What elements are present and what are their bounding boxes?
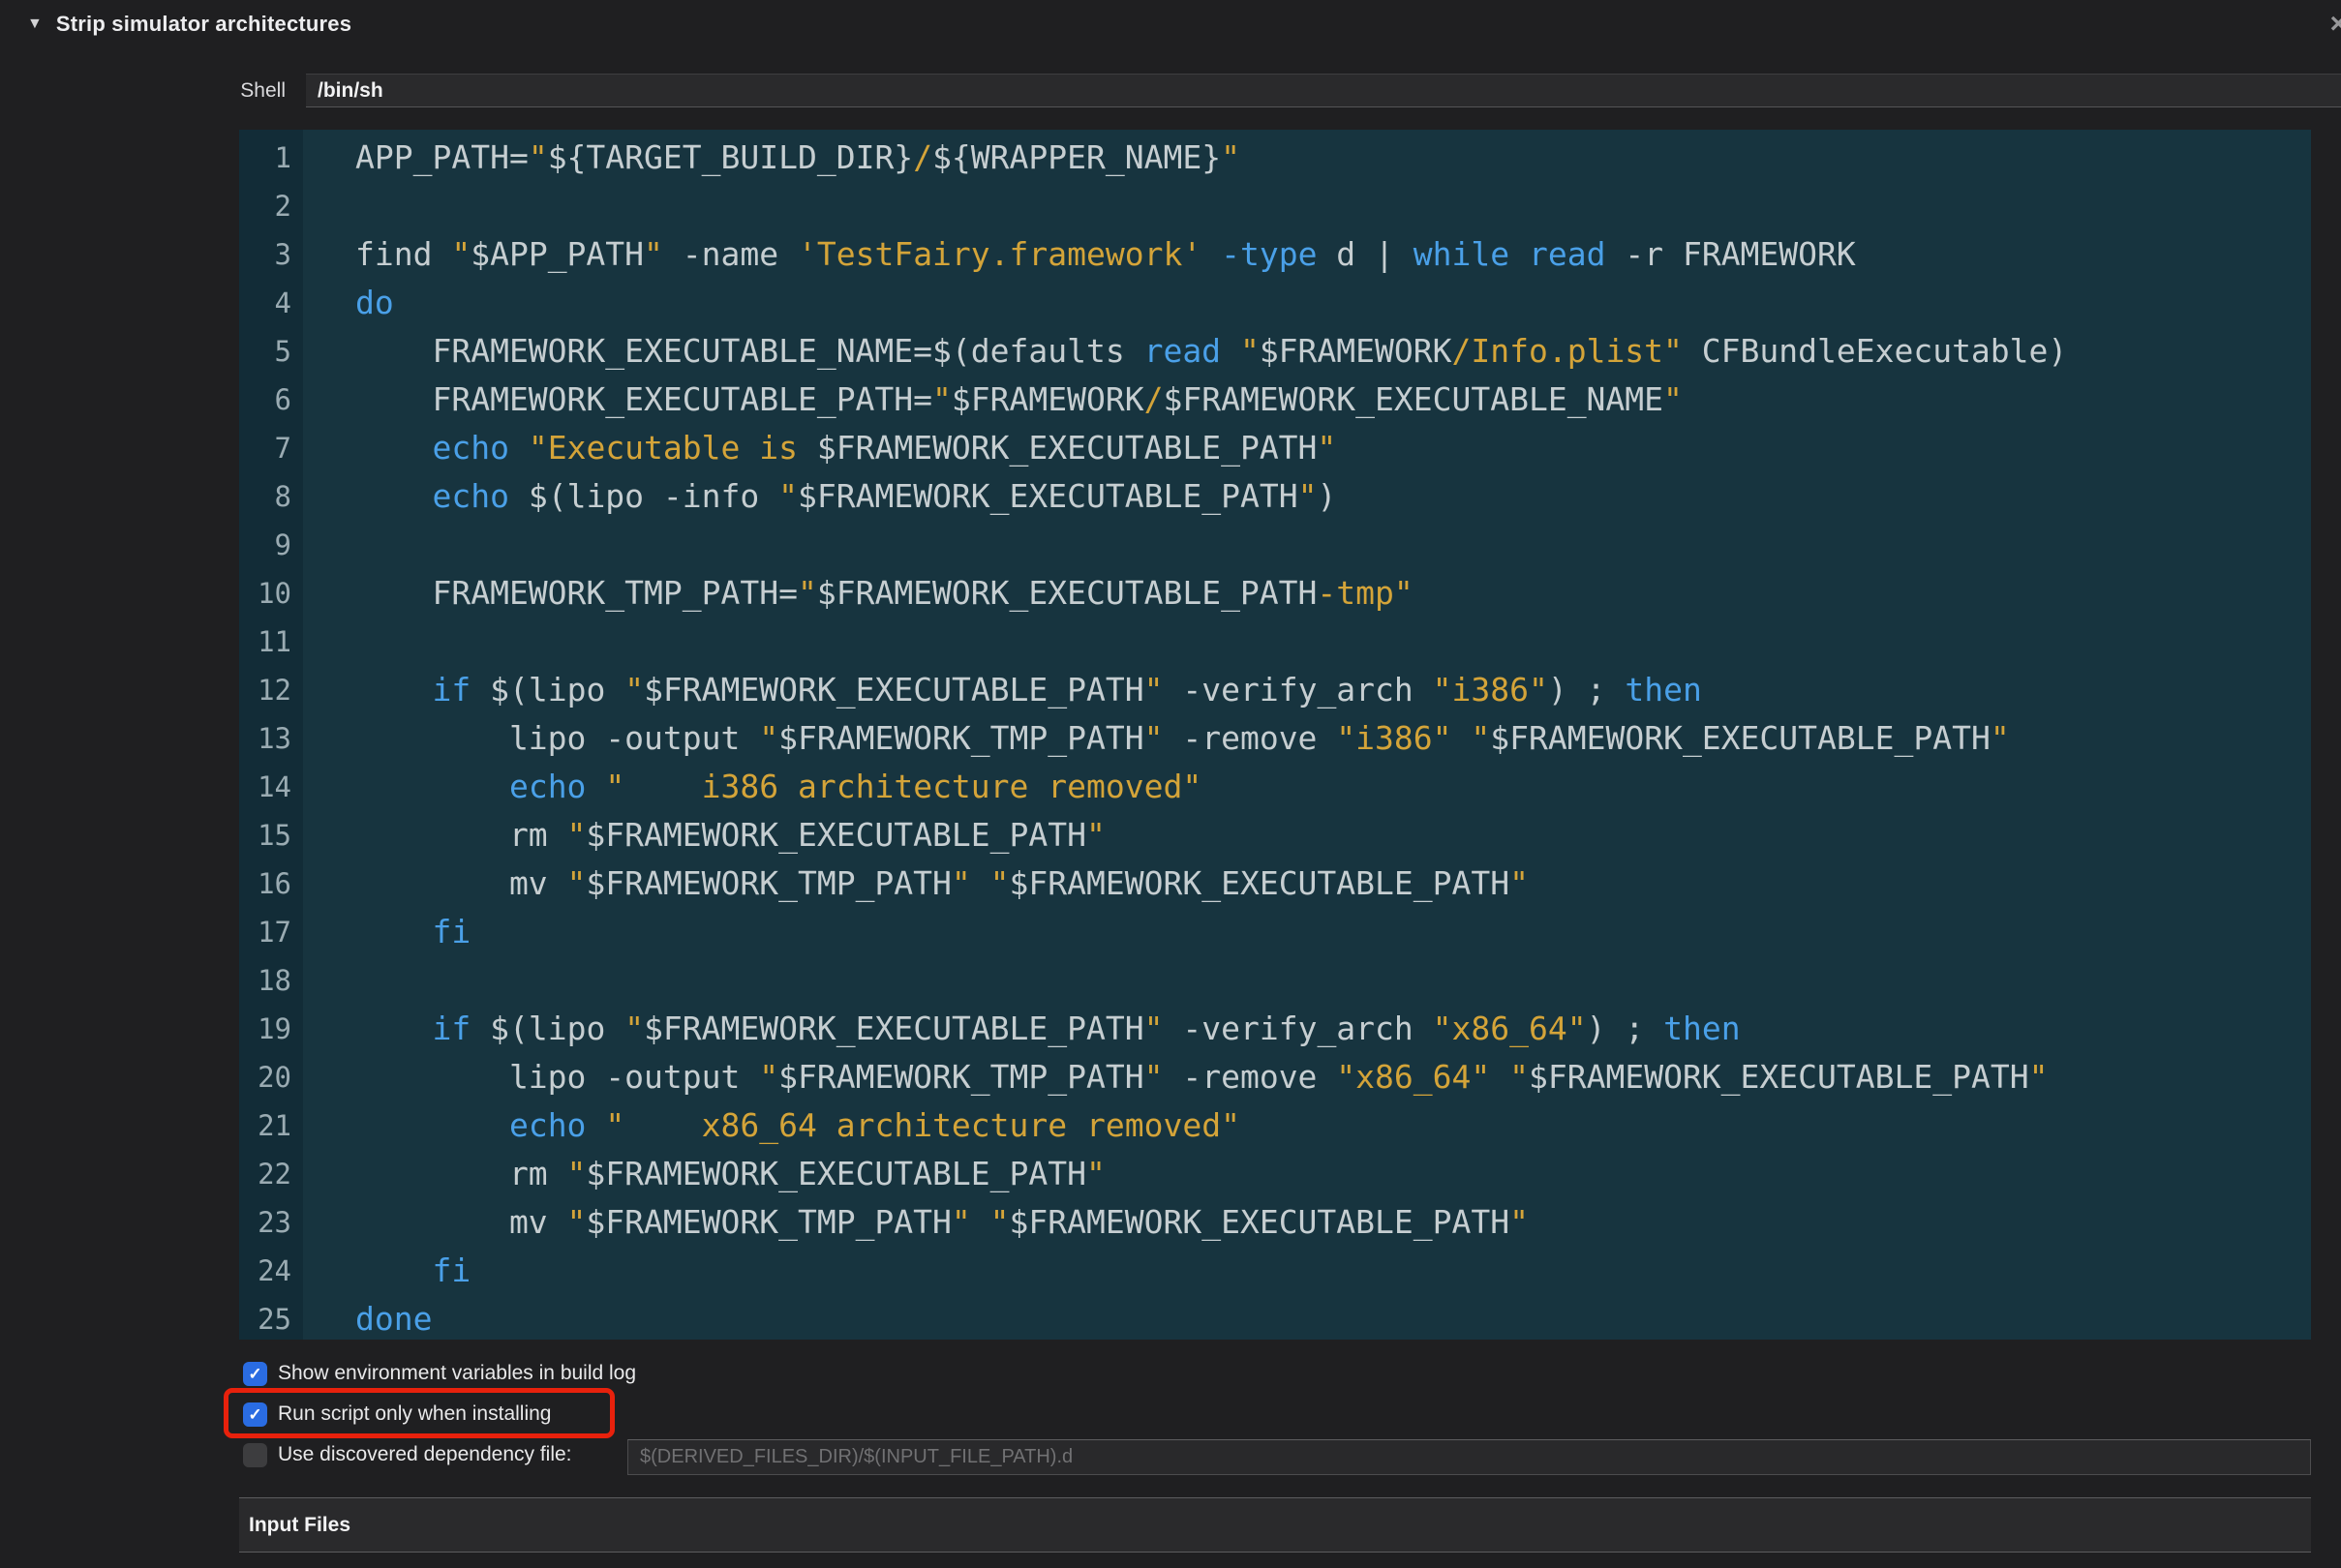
code-line[interactable]: mv "$FRAMEWORK_TMP_PATH" "$FRAMEWORK_EXE… [303,1198,2311,1247]
line-number: 2 [274,190,291,223]
line-number: 22 [258,1158,291,1191]
code-line[interactable]: fi [303,1247,2311,1295]
code-line[interactable]: fi [303,908,2311,956]
code-line[interactable] [303,521,2311,569]
code-line[interactable]: echo $(lipo -info "$FRAMEWORK_EXECUTABLE… [303,472,2311,521]
check-icon: ✓ [248,1364,262,1383]
line-number: 17 [258,916,291,949]
code-line[interactable]: echo "Executable is $FRAMEWORK_EXECUTABL… [303,424,2311,472]
line-number: 21 [258,1109,291,1142]
code-line[interactable]: mv "$FRAMEWORK_TMP_PATH" "$FRAMEWORK_EXE… [303,859,2311,908]
code-line[interactable]: lipo -output "$FRAMEWORK_TMP_PATH" -remo… [303,1053,2311,1101]
line-number: 5 [274,335,291,368]
line-number: 4 [274,286,291,319]
show-env-checkbox[interactable]: ✓ [243,1361,267,1386]
line-number: 11 [258,625,291,658]
code-line[interactable]: echo " x86_64 architecture removed" [303,1101,2311,1150]
option-install-only: ✓ Run script only when installing [243,1402,551,1427]
code-line[interactable]: if $(lipo "$FRAMEWORK_EXECUTABLE_PATH" -… [303,1005,2311,1053]
line-number: 18 [258,964,291,997]
dependency-file-label: Use discovered dependency file: [278,1443,572,1465]
code-line[interactable] [303,618,2311,666]
line-number: 7 [274,432,291,465]
line-number: 16 [258,867,291,900]
shell-path-field[interactable] [306,74,2341,107]
line-number: 1 [274,141,291,174]
code-line[interactable]: FRAMEWORK_TMP_PATH="$FRAMEWORK_EXECUTABL… [303,569,2311,618]
check-icon: ✓ [248,1404,262,1424]
code-lines[interactable]: APP_PATH="${TARGET_BUILD_DIR}/${WRAPPER_… [303,130,2311,1340]
install-only-checkbox[interactable]: ✓ [243,1402,267,1427]
line-number: 10 [258,577,291,610]
option-show-env: ✓ Show environment variables in build lo… [243,1361,636,1386]
line-number: 8 [274,480,291,513]
line-number: 19 [258,1012,291,1045]
code-line[interactable]: FRAMEWORK_EXECUTABLE_PATH="$FRAMEWORK/$F… [303,376,2311,424]
code-line[interactable]: rm "$FRAMEWORK_EXECUTABLE_PATH" [303,811,2311,859]
code-line[interactable]: APP_PATH="${TARGET_BUILD_DIR}/${WRAPPER_… [303,134,2311,182]
phase-title: Strip simulator architectures [55,12,352,36]
line-number: 9 [274,528,291,561]
line-number: 3 [274,238,291,271]
input-files-section-header: Input Files [239,1497,2311,1553]
line-number: 6 [274,383,291,416]
close-icon[interactable]: × [2329,10,2341,39]
code-line[interactable]: if $(lipo "$FRAMEWORK_EXECUTABLE_PATH" -… [303,666,2311,714]
code-line[interactable]: find "$APP_PATH" -name 'TestFairy.framew… [303,230,2311,279]
code-line[interactable]: done [303,1295,2311,1340]
code-line[interactable]: FRAMEWORK_EXECUTABLE_NAME=$(defaults rea… [303,327,2311,376]
line-number: 12 [258,674,291,707]
install-only-label: Run script only when installing [278,1402,552,1425]
dependency-file-field[interactable] [627,1439,2311,1475]
disclosure-triangle-icon[interactable]: ▼ [27,15,43,33]
line-number: 24 [258,1254,291,1287]
code-line[interactable] [303,956,2311,1005]
option-dependency-file: ✓ Use discovered dependency file: [243,1442,572,1467]
show-env-label: Show environment variables in build log [278,1362,637,1384]
code-line[interactable]: lipo -output "$FRAMEWORK_TMP_PATH" -remo… [303,714,2311,763]
line-number: 14 [258,770,291,803]
line-number: 20 [258,1061,291,1094]
line-number: 23 [258,1206,291,1239]
code-line[interactable]: do [303,279,2311,327]
shell-label: Shell [240,79,286,102]
script-editor: 1 2 3 4 5 6 7 8 9 10 11 12 13 14 15 16 17 18 19 20 21 22 23 24 2… [239,130,2311,1340]
line-numbers: 1 2 3 4 5 6 7 8 9 10 11 12 13 14 15 16 17 18 19 20 21 22 23 24 2… [239,130,303,1340]
code-line[interactable]: echo " i386 architecture removed" [303,763,2311,811]
line-number: 13 [258,722,291,755]
input-files-label: Input Files [249,1513,350,1536]
line-number: 25 [258,1303,291,1336]
code-line[interactable] [303,182,2311,230]
line-number: 15 [258,819,291,852]
build-phase-header: ▼ Strip simulator architectures [27,12,351,37]
code-line[interactable]: rm "$FRAMEWORK_EXECUTABLE_PATH" [303,1150,2311,1198]
dependency-file-checkbox[interactable]: ✓ [243,1442,267,1467]
